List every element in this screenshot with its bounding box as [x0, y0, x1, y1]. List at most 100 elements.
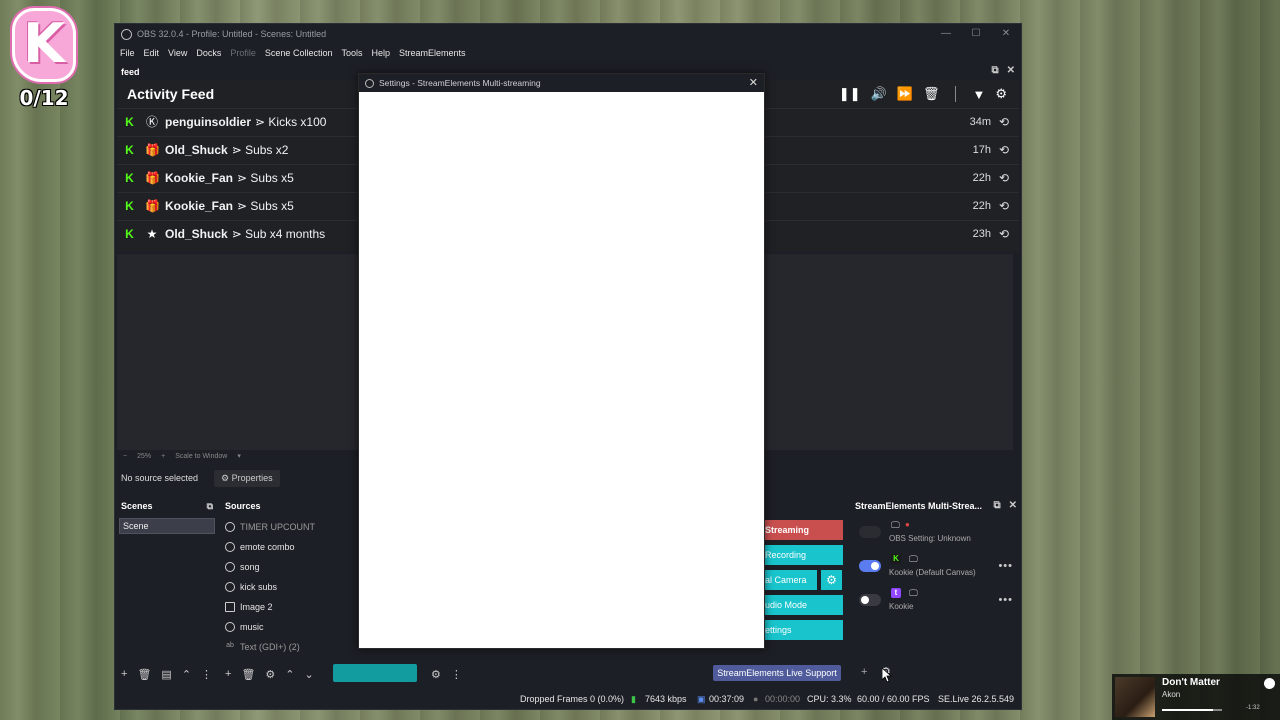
volume-icon[interactable]: 🔊	[871, 86, 887, 102]
album-art	[1115, 677, 1155, 717]
more-options-icon[interactable]: •••	[998, 560, 1013, 572]
settings-label: ettings	[765, 625, 792, 635]
se-version: SE.Live 26.2.5.549	[938, 694, 1015, 704]
filter-icon[interactable]: ▼	[972, 87, 985, 102]
feed-event: ⋗ Subs x5	[237, 171, 294, 185]
more-icon[interactable]: ⋮	[451, 668, 462, 681]
output-toggle[interactable]	[859, 526, 881, 538]
add-output-button[interactable]: +	[861, 666, 867, 678]
move-down-icon[interactable]: ⌄	[305, 668, 314, 681]
monitor-icon: 🖵	[909, 588, 918, 598]
kick-icon: K	[125, 226, 134, 241]
minimize-button[interactable]: —	[931, 24, 961, 44]
move-up-icon[interactable]: ⌃	[285, 668, 294, 681]
replay-icon[interactable]: ⟲	[999, 115, 1009, 129]
source-toolbar: No source selected ⚙ Properties	[117, 467, 357, 489]
studio-mode-button[interactable]: udio Mode	[763, 595, 843, 615]
settings-button[interactable]: ettings	[763, 620, 843, 640]
feed-time: 22h	[972, 200, 991, 212]
gear-icon[interactable]: ⚙	[995, 86, 1007, 102]
virtual-camera-gear-icon[interactable]: ⚙	[821, 570, 842, 590]
obs-logo-icon	[121, 28, 132, 40]
start-virtual-camera-button[interactable]	[333, 664, 417, 682]
filters-icon[interactable]: ▤	[161, 668, 171, 681]
replay-icon[interactable]: ⟲	[999, 227, 1009, 241]
properties-button[interactable]: ⚙ Properties	[214, 469, 280, 487]
browser-source-icon	[225, 562, 235, 572]
pause-icon[interactable]: ❚❚	[839, 86, 861, 102]
window-title: OBS 32.0.4 - Profile: Untitled - Scenes:…	[137, 29, 327, 39]
source-label: TIMER UPCOUNT	[240, 522, 315, 532]
live-support-button[interactable]: StreamElements Live Support	[713, 665, 841, 681]
more-options-icon[interactable]: •••	[998, 594, 1013, 606]
source-label: Text (GDI+) (2)	[240, 642, 300, 652]
undock-icon[interactable]: ⧉	[991, 65, 998, 76]
scenes-toolbar: + 🗑 ▤ ⌃ ⋮	[121, 664, 212, 684]
zoom-out-button[interactable]: −	[123, 453, 127, 460]
add-source-button[interactable]: +	[225, 668, 231, 680]
maximize-button[interactable]: ☐	[961, 24, 991, 44]
source-item[interactable]: music	[225, 618, 264, 636]
replay-icon[interactable]: ⟲	[999, 171, 1009, 185]
remove-scene-icon[interactable]: 🗑	[137, 668, 151, 681]
scale-mode[interactable]: Scale to Window	[175, 453, 227, 460]
browser-source-icon	[225, 522, 235, 532]
feed-event: ⋗ Subs x2	[231, 143, 289, 157]
menu-profile[interactable]: Profile	[230, 48, 256, 58]
virtual-camera-button[interactable]: al Camera	[763, 570, 817, 590]
zoom-in-button[interactable]: +	[161, 453, 165, 460]
source-item[interactable]: ab Text (GDI+) (2)	[225, 638, 300, 656]
source-item[interactable]: emote combo	[225, 538, 295, 556]
source-label: Image 2	[240, 602, 273, 612]
feed-user: penguinsoldier	[165, 115, 252, 129]
menu-edit[interactable]: Edit	[144, 48, 160, 58]
browser-source-icon	[225, 542, 235, 552]
add-scene-button[interactable]: +	[121, 668, 127, 680]
feed-dock-title: feed	[121, 66, 140, 77]
dock-close-icon[interactable]: ✕	[1009, 500, 1017, 511]
close-button[interactable]: ✕	[991, 24, 1021, 44]
scene-item[interactable]: Scene	[119, 518, 215, 534]
dock-close-icon[interactable]: ✕	[1007, 65, 1015, 76]
source-item[interactable]: song	[225, 558, 260, 576]
source-label: kick subs	[240, 582, 278, 592]
toolbar-divider	[955, 86, 957, 102]
obs-logo-icon	[365, 78, 374, 88]
source-settings-icon[interactable]: ⚙	[265, 668, 275, 681]
menu-tools[interactable]: Tools	[341, 48, 362, 58]
start-streaming-button[interactable]: Streaming	[763, 520, 843, 540]
dialog-title: Settings - StreamElements Multi-streamin…	[379, 78, 541, 88]
source-item[interactable]: Image 2	[225, 598, 273, 616]
se-multistream-dock: StreamElements Multi-Strea... ⧉ ✕ 🖵 ● OB…	[851, 498, 1021, 688]
remove-source-icon[interactable]: 🗑	[241, 668, 255, 681]
dialog-close-icon[interactable]: ✕	[749, 74, 758, 92]
source-label: emote combo	[240, 542, 295, 552]
chevron-down-icon[interactable]: ▾	[237, 452, 241, 460]
settings-dialog: Settings - StreamElements Multi-streamin…	[358, 73, 765, 649]
gift-icon: 🎁	[145, 171, 160, 185]
status-bar: Dropped Frames 0 (0.0%) ▮ 7643 kbps ▣ 00…	[115, 689, 1021, 709]
start-recording-button[interactable]: Recording	[763, 545, 843, 565]
move-up-icon[interactable]: ⌃	[182, 668, 191, 681]
more-icon[interactable]: ⋮	[201, 668, 212, 681]
undock-icon[interactable]: ⧉	[993, 500, 1000, 511]
replay-icon[interactable]: ⟲	[999, 199, 1009, 213]
bitrate: 7643 kbps	[645, 694, 687, 704]
fps: 60.00 / 60.00 FPS	[857, 694, 930, 704]
no-source-label: No source selected	[121, 473, 199, 483]
skip-icon[interactable]: ⏩	[897, 86, 913, 102]
menu-help[interactable]: Help	[371, 48, 390, 58]
output-toggle[interactable]	[859, 594, 881, 606]
source-item[interactable]: TIMER UPCOUNT	[225, 518, 315, 536]
menu-streamelements[interactable]: StreamElements	[399, 48, 466, 58]
menu-scene-collection[interactable]: Scene Collection	[265, 48, 333, 58]
menu-docks[interactable]: Docks	[196, 48, 221, 58]
undock-icon[interactable]: ⧉	[207, 501, 213, 512]
output-toggle[interactable]	[859, 560, 881, 572]
replay-icon[interactable]: ⟲	[999, 143, 1009, 157]
trash-icon[interactable]: 🗑	[923, 86, 940, 102]
mixer-settings-icon[interactable]: ⚙	[431, 668, 441, 681]
menu-file[interactable]: File	[120, 48, 135, 58]
menu-view[interactable]: View	[168, 48, 187, 58]
source-item[interactable]: kick subs	[225, 578, 277, 596]
